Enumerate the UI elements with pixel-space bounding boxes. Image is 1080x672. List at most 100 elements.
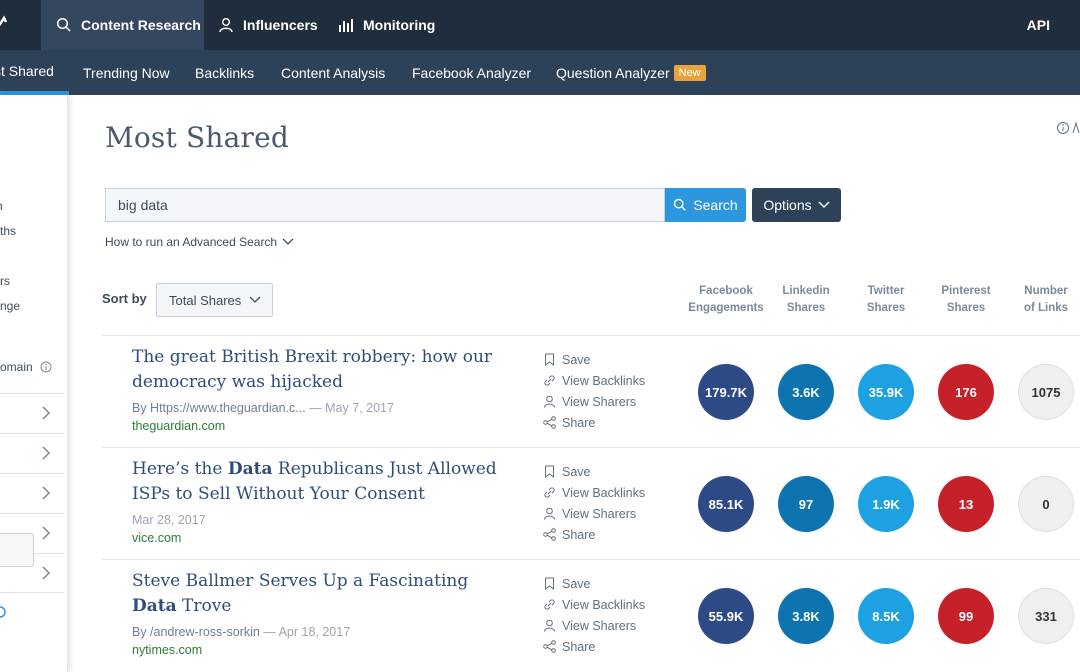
info-icon[interactable] xyxy=(1056,120,1080,136)
save-button[interactable]: Save xyxy=(543,573,645,594)
article-domain[interactable]: theguardian.com xyxy=(132,419,225,433)
tab-label: Influencers xyxy=(243,17,318,33)
facebook-engagements-badge[interactable]: 179.7K xyxy=(698,364,754,420)
chevron-right-icon xyxy=(42,486,51,500)
facebook-engagements-badge[interactable]: 55.9K xyxy=(698,588,754,644)
twitter-shares-badge[interactable]: 8.5K xyxy=(858,588,914,644)
bookmark-icon xyxy=(545,577,554,590)
title-text: The great British Brexit robbery: how ou… xyxy=(132,347,493,392)
subtab-backlinks[interactable]: Backlinks xyxy=(195,50,254,95)
facebook-engagements-badge[interactable]: 85.1K xyxy=(698,476,754,532)
api-link[interactable]: API xyxy=(1027,0,1050,50)
action-label: View Backlinks xyxy=(562,373,646,388)
number-of-links-badge[interactable]: 331 xyxy=(1018,588,1074,644)
column-header-twitter[interactable]: Twitter Shares xyxy=(846,283,926,317)
sidebar-filter-row[interactable] xyxy=(0,433,64,473)
share-button[interactable]: Share xyxy=(543,412,645,433)
article-author: By /andrew-ross-sorkin xyxy=(132,625,260,639)
action-label: View Sharers xyxy=(562,506,637,521)
article-actions: Save View Backlinks View Sharers Share xyxy=(543,349,645,433)
article-actions: Save View Backlinks View Sharers Share xyxy=(543,461,645,545)
number-of-links-badge[interactable]: 1075 xyxy=(1018,364,1074,420)
share-button[interactable]: Share xyxy=(543,636,645,657)
column-header-pinterest[interactable]: Pinterest Shares xyxy=(926,283,1006,317)
sidebar-text: h xyxy=(0,199,3,213)
title-text: Here’s the xyxy=(132,459,228,479)
sidebar-input[interactable] xyxy=(0,533,34,567)
sort-label: Sort by xyxy=(102,291,147,306)
user-icon xyxy=(544,619,555,632)
search-input[interactable]: big data xyxy=(105,188,665,222)
subtab-label: Trending Now xyxy=(83,64,170,81)
column-header-line: Twitter xyxy=(867,285,905,297)
search-button-label: Search xyxy=(693,197,738,213)
tab-monitoring[interactable]: Monitoring xyxy=(338,0,435,50)
link-icon xyxy=(544,375,555,386)
info-icon[interactable] xyxy=(40,361,52,373)
column-header-links[interactable]: Number of Links xyxy=(1006,283,1080,317)
subtab-label: Facebook Analyzer xyxy=(412,64,532,81)
pinterest-shares-badge[interactable]: 13 xyxy=(938,476,994,532)
bookmark-icon xyxy=(545,353,554,366)
article-title[interactable]: Here’s the Data Republicans Just Allowed… xyxy=(132,457,512,507)
article-title[interactable]: The great British Brexit robbery: how ou… xyxy=(132,345,512,395)
info-icon[interactable] xyxy=(0,606,6,618)
chevron-right-icon xyxy=(42,446,51,460)
user-icon xyxy=(544,395,555,408)
number-of-links-badge[interactable]: 0 xyxy=(1018,476,1074,532)
action-label: View Backlinks xyxy=(562,485,646,500)
subtab-trending-now[interactable]: Trending Now xyxy=(83,50,170,95)
chevron-down-icon xyxy=(249,296,261,303)
save-button[interactable]: Save xyxy=(543,461,645,482)
pinterest-shares-badge[interactable]: 99 xyxy=(938,588,994,644)
action-label: Share xyxy=(562,527,596,542)
pinterest-shares-badge[interactable]: 176 xyxy=(938,364,994,420)
share-icon xyxy=(543,640,556,653)
twitter-shares-badge[interactable]: 35.9K xyxy=(858,364,914,420)
linkedin-shares-badge[interactable]: 3.8K xyxy=(778,588,834,644)
page-title: Most Shared xyxy=(105,121,290,154)
options-button[interactable]: Options xyxy=(752,188,841,222)
subtab-content-analysis[interactable]: Content Analysis xyxy=(281,50,385,95)
subtab-label: Content Analysis xyxy=(281,64,386,81)
article-date: Mar 28, 2017 xyxy=(132,513,206,527)
article-row: The great British Brexit robbery: how ou… xyxy=(102,335,1080,447)
view-backlinks-button[interactable]: View Backlinks xyxy=(543,370,645,391)
column-header-facebook[interactable]: Facebook Engagements xyxy=(686,283,766,317)
article-domain[interactable]: vice.com xyxy=(132,531,181,545)
user-icon xyxy=(544,507,555,520)
save-button[interactable]: Save xyxy=(543,349,645,370)
article-domain[interactable]: nytimes.com xyxy=(132,643,202,657)
view-sharers-button[interactable]: View Sharers xyxy=(543,391,645,412)
tab-influencers[interactable]: Influencers xyxy=(218,0,318,50)
subtab-facebook-analyzer[interactable]: Facebook Analyzer xyxy=(412,50,531,95)
action-label: View Sharers xyxy=(562,618,637,633)
column-header-line: Engagements xyxy=(688,302,764,314)
view-sharers-button[interactable]: View Sharers xyxy=(543,503,645,524)
tab-content-research[interactable]: Content Research xyxy=(41,0,204,50)
subtab-most-shared[interactable]: st Shared xyxy=(0,50,69,95)
filter-sidebar: h ths rs nge omain xyxy=(0,95,68,672)
chevron-right-icon xyxy=(42,526,51,540)
sidebar-text: omain xyxy=(0,360,33,374)
search-button[interactable]: Search xyxy=(665,188,746,222)
view-backlinks-button[interactable]: View Backlinks xyxy=(543,482,645,503)
sort-select[interactable]: Total Shares xyxy=(156,283,273,317)
column-header-linkedin[interactable]: Linkedin Shares xyxy=(766,283,846,317)
view-sharers-button[interactable]: View Sharers xyxy=(543,615,645,636)
subtab-question-analyzer[interactable]: Question Analyzer New xyxy=(556,50,706,95)
action-label: Share xyxy=(562,639,596,654)
title-highlight: Data xyxy=(227,459,273,479)
twitter-shares-badge[interactable]: 1.9K xyxy=(858,476,914,532)
sidebar-filter-row[interactable] xyxy=(0,473,64,513)
share-button[interactable]: Share xyxy=(543,524,645,545)
view-backlinks-button[interactable]: View Backlinks xyxy=(543,594,645,615)
article-title[interactable]: Steve Ballmer Serves Up a Fascinating Da… xyxy=(132,569,512,619)
title-highlight: Data xyxy=(132,596,177,616)
sidebar-filter-row[interactable] xyxy=(0,393,64,433)
search-icon xyxy=(56,17,71,32)
logo-icon[interactable] xyxy=(0,14,10,34)
linkedin-shares-badge[interactable]: 3.6K xyxy=(778,364,834,420)
linkedin-shares-badge[interactable]: 97 xyxy=(778,476,834,532)
advanced-search-link[interactable]: How to run an Advanced Search xyxy=(105,235,294,249)
